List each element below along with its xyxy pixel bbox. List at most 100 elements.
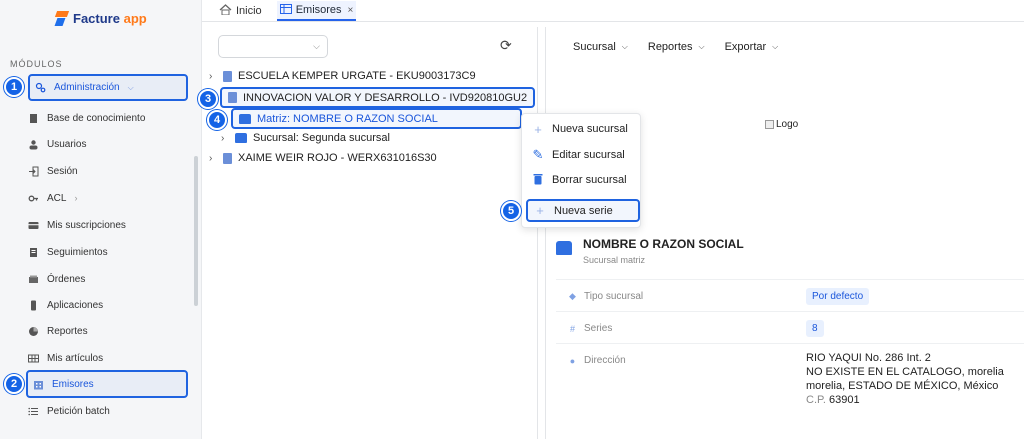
chevron-right-icon[interactable]: ›: [221, 133, 229, 144]
sidebar-item-label: Usuarios: [47, 138, 87, 150]
detail-toolbar: Sucursal ⌵ Reportes ⌵ Exportar ⌵: [573, 41, 778, 53]
sucursal-menu-button[interactable]: Sucursal ⌵: [573, 41, 628, 53]
mobile-icon: [28, 300, 39, 311]
field-label: Dirección: [584, 355, 626, 366]
logo-alt-text: Logo: [776, 119, 799, 130]
sidebar-scrollbar[interactable]: [194, 156, 198, 306]
sidebar-item-label: Órdenes: [47, 273, 86, 285]
sidebar-item-acl[interactable]: ACL ›: [28, 187, 188, 209]
hash-icon: #: [569, 323, 575, 334]
sidebar-item-mis-articulos[interactable]: Mis artículos: [28, 347, 188, 369]
building-icon: [228, 92, 237, 103]
card-icon: [28, 220, 39, 231]
issuer-detail-panel: Sucursal ⌵ Reportes ⌵ Exportar ⌵ Logo NO…: [545, 27, 1024, 439]
series-count-value[interactable]: 8: [806, 320, 824, 337]
cp-value: 63901: [829, 394, 860, 406]
refresh-icon[interactable]: ⟳: [500, 37, 512, 54]
cp-label: C.P.: [806, 394, 826, 406]
sidebar-item-label: Mis suscripciones: [47, 219, 126, 231]
postal-code: C.P. 63901: [806, 393, 1004, 407]
toolbar-label: Exportar: [724, 41, 767, 53]
logo-text: Facture: [73, 11, 120, 26]
reportes-menu-button[interactable]: Reportes ⌵: [648, 41, 705, 53]
sidebar-item-emisores[interactable]: Emisores: [26, 370, 188, 398]
sidebar-item-mis-suscripciones[interactable]: Mis suscripciones: [28, 214, 188, 236]
issuer-name: NOMBRE O RAZON SOCIAL: [583, 237, 744, 251]
tree-row-label: Sucursal: Segunda sucursal: [253, 132, 390, 144]
sidebar-item-label: ACL: [47, 192, 67, 204]
address-line: NO EXISTE EN EL CATALOGO, morelia: [806, 366, 1004, 378]
step-badge-5: 5: [501, 201, 521, 221]
menu-item-nueva-sucursal[interactable]: + Nueva sucursal: [532, 120, 628, 138]
tipo-sucursal-value: Por defecto: [806, 288, 870, 305]
exportar-menu-button[interactable]: Exportar ⌵: [725, 41, 779, 53]
tree-row-label: Matriz: NOMBRE O RAZON SOCIAL: [257, 112, 438, 125]
field-label: Series: [584, 323, 613, 334]
tree-row-label: XAIME WEIR ROJO - WERX631016S30: [238, 152, 437, 164]
tree-row-matriz[interactable]: Matriz: NOMBRE O RAZON SOCIAL: [231, 108, 522, 129]
sidebar: Facture app MÓDULOS Administración ⌵ Bas…: [0, 0, 202, 439]
tab-label: Emisores: [295, 4, 342, 16]
issuer-logo-image: Logo: [765, 119, 798, 130]
store-icon: [239, 113, 251, 124]
sidebar-item-seguimientos[interactable]: Seguimientos: [28, 241, 188, 263]
sidebar-item-sesion[interactable]: Sesión: [28, 160, 188, 182]
location-pin-icon: ●: [569, 355, 576, 366]
book-icon: [28, 113, 39, 124]
address-line: RIO YAQUI No. 286 Int. 2: [806, 352, 931, 364]
tree-row-innovacion[interactable]: INNOVACION VALOR Y DESARROLLO - IVD92081…: [220, 87, 535, 108]
plus-icon: +: [534, 121, 542, 137]
tree-row-escuela[interactable]: › ESCUELA KEMPER URGATE - EKU9003173C9: [209, 67, 476, 85]
grid-icon: [28, 353, 39, 364]
menu-item-borrar-sucursal[interactable]: Borrar sucursal: [532, 171, 627, 189]
toolbar-label: Sucursal: [573, 41, 616, 53]
step-badge-1: 1: [4, 77, 24, 97]
tree-row-sucursal[interactable]: › Sucursal: Segunda sucursal: [221, 129, 390, 147]
sidebar-item-peticion-batch[interactable]: Petición batch: [28, 400, 188, 422]
sidebar-item-administracion[interactable]: Administración ⌵: [28, 74, 188, 101]
sidebar-item-reportes[interactable]: Reportes: [28, 320, 188, 342]
issuer-filter-select[interactable]: ⌵: [218, 35, 328, 58]
sidebar-item-usuarios[interactable]: Usuarios: [28, 133, 188, 155]
sidebar-item-label: Petición batch: [47, 405, 110, 417]
tag-icon: ◆: [569, 291, 576, 301]
table-icon: [279, 3, 292, 17]
close-icon[interactable]: ×: [348, 5, 354, 16]
chevron-down-icon: ⌵: [772, 42, 779, 51]
chevron-down-icon: ⌵: [313, 41, 320, 51]
sidebar-item-base-de-conocimiento[interactable]: Base de conocimiento: [28, 107, 188, 129]
chevron-down-icon: ⌵: [698, 42, 705, 51]
chevron-right-icon[interactable]: ›: [209, 71, 217, 82]
tree-row-xaime[interactable]: › XAIME WEIR ROJO - WERX631016S30: [209, 149, 437, 167]
branch-context-menu: + Nueva sucursal ✎ Editar sucursal Borra…: [521, 113, 641, 228]
tree-row-label: INNOVACION VALOR Y DESARROLLO - IVD92081…: [243, 91, 528, 104]
tracking-icon: [28, 247, 39, 258]
home-icon: [219, 4, 232, 18]
issuer-subtitle: Sucursal matriz: [583, 255, 646, 265]
sidebar-item-label: Aplicaciones: [47, 299, 104, 311]
chevron-right-icon[interactable]: ›: [209, 153, 217, 164]
sidebar-item-label: Mis artículos: [47, 352, 104, 364]
orders-icon: [28, 274, 39, 285]
broken-image-icon: [765, 120, 774, 129]
sidebar-item-ordenes[interactable]: Órdenes: [28, 268, 188, 290]
field-label: Tipo sucursal: [584, 291, 644, 302]
login-icon: [28, 166, 39, 177]
list-icon: [28, 406, 39, 417]
tab-emisores[interactable]: Emisores ×: [276, 1, 357, 21]
building-icon: [33, 379, 44, 390]
users-icon: [28, 139, 39, 150]
sidebar-item-label: Reportes: [47, 325, 88, 337]
tab-inicio[interactable]: Inicio: [216, 1, 265, 21]
section-label-modulos: MÓDULOS: [10, 59, 63, 69]
store-icon: [235, 133, 247, 143]
building-icon: [223, 152, 232, 164]
app-logo[interactable]: Facture app: [54, 11, 147, 26]
address-line: morelia, ESTADO DE MÉXICO, México: [806, 380, 999, 392]
sidebar-item-aplicaciones[interactable]: Aplicaciones: [28, 294, 188, 316]
menu-item-nueva-serie[interactable]: + Nueva serie: [526, 199, 640, 222]
plus-icon: +: [536, 203, 544, 218]
menu-item-editar-sucursal[interactable]: ✎ Editar sucursal: [532, 146, 625, 164]
facture-logo-icon: [54, 11, 70, 26]
gears-icon: [35, 82, 46, 93]
